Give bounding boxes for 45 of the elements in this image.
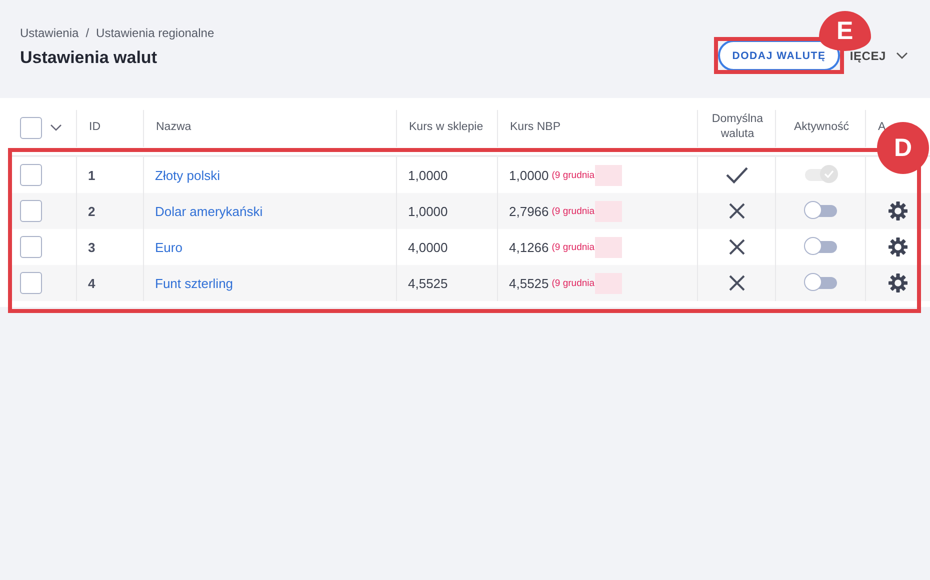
table-cell: 1,0000 <box>408 168 448 182</box>
date-note: (9 grudnia <box>552 170 595 180</box>
column-header[interactable]: Aktywność <box>794 121 849 133</box>
column-header[interactable]: A <box>878 121 886 133</box>
column-header[interactable]: Nazwa <box>156 121 192 133</box>
breadcrumb-link[interactable]: Ustawienia <box>20 26 79 40</box>
date-note: (9 grudnia <box>552 206 595 216</box>
column-header[interactable]: ID <box>89 121 100 133</box>
table-cell: 4,5525 <box>408 276 448 290</box>
caret-icon <box>896 52 908 60</box>
settings-icon[interactable] <box>888 237 908 257</box>
checkbox[interactable] <box>20 200 42 222</box>
date-note: (9 grudnia <box>552 278 595 288</box>
column-header[interactable]: Kurs NBP <box>510 121 560 133</box>
check-icon <box>824 170 834 178</box>
currency-name-link[interactable]: Euro <box>155 240 182 254</box>
checkbox[interactable] <box>20 116 42 138</box>
column-header[interactable]: Domyślna waluta <box>712 112 764 141</box>
table-cell: 3 <box>88 240 96 254</box>
date-note: (9 grudnia <box>552 242 595 252</box>
breadcrumb-separator: / <box>86 26 90 40</box>
table-cell: 4 <box>88 276 96 290</box>
breadcrumb-link[interactable]: Ustawienia regionalne <box>96 26 214 40</box>
add-currency-button[interactable]: DODAJ WALUTĘ <box>718 40 840 71</box>
settings-icon[interactable] <box>888 273 908 293</box>
table-cell: 1 <box>88 168 96 182</box>
caret-icon <box>50 124 62 132</box>
table-cell: 4,5525 <box>509 276 549 290</box>
page-title: Ustawienia walut <box>20 48 158 68</box>
table-cell: 2,7966 <box>509 204 549 218</box>
table-cell: 1,0000 <box>509 168 549 182</box>
redacted-area <box>594 164 622 186</box>
table-cell: 1,0000 <box>408 204 448 218</box>
checkbox[interactable] <box>20 236 42 258</box>
column-header[interactable]: Kurs w sklepie <box>409 121 484 133</box>
currency-name-link[interactable]: Dolar amerykański <box>155 204 263 218</box>
more-menu-button[interactable]: IĘCEJ <box>848 48 910 62</box>
annotation-badge: E <box>818 11 871 51</box>
table-cell: 4,0000 <box>408 240 448 254</box>
currency-name-link[interactable]: Funt szterling <box>155 276 234 290</box>
checkbox[interactable] <box>20 272 42 294</box>
table-cell: 2 <box>88 204 96 218</box>
settings-icon[interactable] <box>888 201 908 221</box>
redacted-area <box>594 236 622 258</box>
table-cell: 4,1266 <box>509 240 549 254</box>
